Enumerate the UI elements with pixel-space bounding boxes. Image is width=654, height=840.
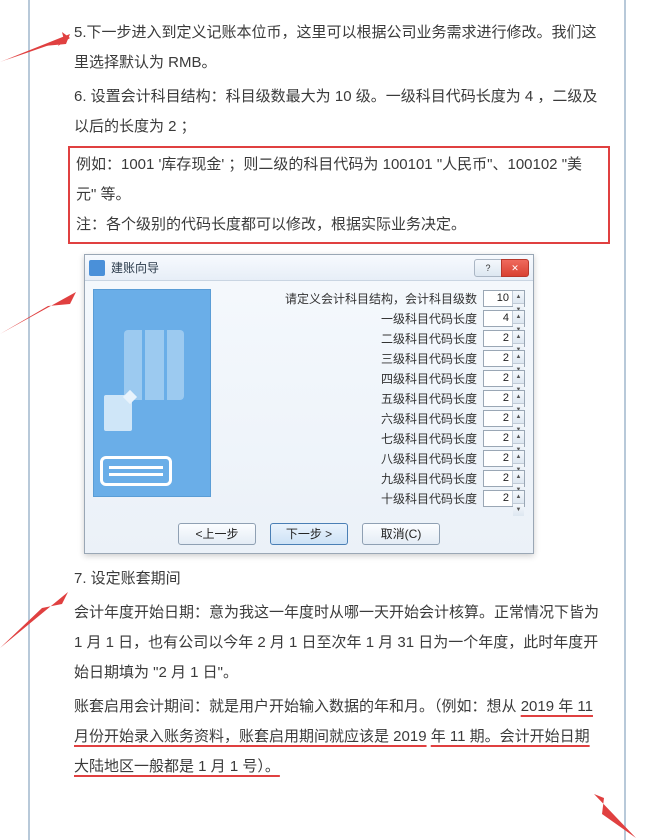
- window-help-button[interactable]: ?: [474, 259, 502, 277]
- level-count-spinner[interactable]: 10 ▲▼: [483, 290, 525, 307]
- prev-button[interactable]: <上一步: [178, 523, 256, 545]
- level-spinner[interactable]: 2▲▼: [483, 430, 525, 447]
- dialog-titlebar: 建账向导 ? ✕: [85, 255, 533, 281]
- annotation-arrow: [0, 290, 78, 336]
- spinner-arrows[interactable]: ▲▼: [512, 291, 524, 306]
- level-spinner[interactable]: 2▲▼: [483, 350, 525, 367]
- window-button-group: ? ✕: [475, 259, 529, 277]
- paragraph-step5: 5.下一步进入到定义记账本位币，这里可以根据公司业务需求进行修改。我们这里选择默…: [74, 18, 604, 78]
- level-spinner[interactable]: 2▲▼: [483, 390, 525, 407]
- note-text: 注：各个级别的代码长度都可以修改，根据实际业务决定。: [76, 210, 602, 240]
- cancel-button[interactable]: 取消(C): [362, 523, 440, 545]
- dialog-title: 建账向导: [111, 256, 475, 280]
- window-close-button[interactable]: ✕: [501, 259, 529, 277]
- level-spinner[interactable]: 2▲▼: [483, 370, 525, 387]
- paragraph-step7-a: 会计年度开始日期：意为我这一年度时从哪一天开始会计核算。正常情况下皆为 1 月 …: [74, 598, 604, 688]
- paragraph-step7-b: 账套启用会计期间：就是用户开始输入数据的年和月。（例如：想从 2019 年 11…: [74, 692, 604, 782]
- example-text: 例如：1001 '库存现金' ；则二级的科目代码为 100101 "人民币"、1…: [76, 150, 602, 210]
- annotation-arrow: [0, 590, 70, 650]
- level-spinner[interactable]: 2▲▼: [483, 450, 525, 467]
- next-button[interactable]: 下一步 >: [270, 523, 348, 545]
- dialog-body: 请定义会计科目结构，会计科目级数 10 ▲▼ 一级科目代码长度4▲▼ 二级科目代…: [85, 281, 533, 517]
- p7b-prefix: 账套启用会计期间：就是用户开始输入数据的年和月。（例如：想从: [74, 698, 517, 715]
- dialog-button-row: <上一步 下一步 > 取消(C): [85, 517, 533, 553]
- wizard-dialog: 建账向导 ? ✕ 请定义会计科目结构，会计科目级数 10 ▲▼: [84, 254, 534, 554]
- level-label: 十级科目代码长度: [381, 487, 477, 511]
- app-icon: [89, 260, 105, 276]
- page-margin-right: [624, 0, 626, 840]
- paragraph-step7-title: 7. 设定账套期间: [74, 564, 604, 594]
- level-spinner[interactable]: 4▲▼: [483, 310, 525, 327]
- level-form: 请定义会计科目结构，会计科目级数 10 ▲▼ 一级科目代码长度4▲▼ 二级科目代…: [221, 289, 525, 509]
- page-margin-left: [28, 0, 30, 840]
- level-spinner[interactable]: 2▲▼: [483, 410, 525, 427]
- level-spinner[interactable]: 2▲▼: [483, 330, 525, 347]
- wizard-illustration: [93, 289, 211, 497]
- level-spinner[interactable]: 2▲▼: [483, 470, 525, 487]
- paragraph-step6: 6. 设置会计科目结构：科目级数最大为 10 级。一级科目代码长度为 4 ，二级…: [74, 82, 604, 142]
- spinner-value: 10: [484, 291, 512, 306]
- document-content: 5.下一步进入到定义记账本位币，这里可以根据公司业务需求进行修改。我们这里选择默…: [74, 18, 604, 786]
- annotation-arrow: [0, 32, 70, 62]
- level-spinner[interactable]: 2▲▼: [483, 490, 525, 507]
- form-header-row: 请定义会计科目结构，会计科目级数 10 ▲▼: [221, 289, 525, 308]
- annotation-arrow: [588, 790, 638, 840]
- example-note-box: 例如：1001 '库存现金' ；则二级的科目代码为 100101 "人民币"、1…: [68, 146, 610, 244]
